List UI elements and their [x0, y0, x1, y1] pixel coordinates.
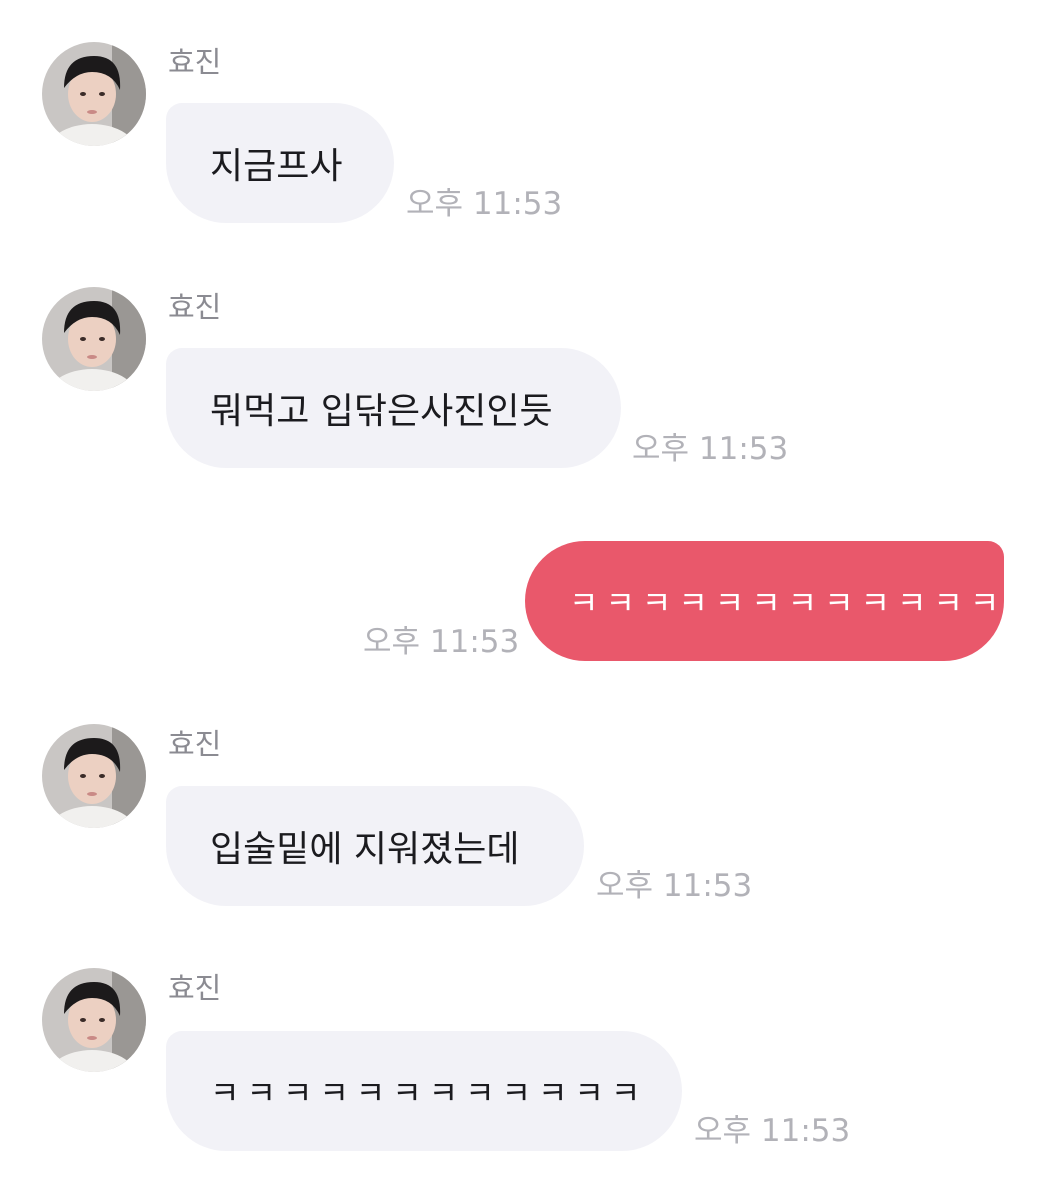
message-text: ㅋㅋㅋㅋㅋㅋㅋㅋㅋㅋㅋㅋ: [210, 1074, 648, 1112]
incoming-message-bubble[interactable]: 입술밑에 지워졌는데: [166, 786, 584, 906]
avatar-photo-icon: [42, 42, 146, 146]
avatar-photo-icon: [42, 724, 146, 828]
contact-avatar[interactable]: [42, 287, 146, 391]
outgoing-message-bubble[interactable]: ㅋㅋㅋㅋㅋㅋㅋㅋㅋㅋㅋㅋㅋ: [525, 541, 1036, 661]
message-timestamp: 오후 11:53: [406, 186, 563, 222]
message-timestamp: 오후 11:53: [363, 624, 520, 660]
sender-name: 효진: [168, 45, 222, 79]
message-text: ㅋㅋㅋㅋㅋㅋㅋㅋㅋㅋㅋㅋㅋ: [569, 584, 1043, 622]
avatar-photo-icon: [42, 287, 146, 391]
message-text: 입술밑에 지워졌는데: [210, 829, 520, 870]
sender-name: 효진: [168, 971, 222, 1005]
incoming-message-bubble[interactable]: ㅋㅋㅋㅋㅋㅋㅋㅋㅋㅋㅋㅋ: [166, 1031, 682, 1151]
message-timestamp: 오후 11:53: [694, 1113, 851, 1149]
message-text: 뭐먹고 입닦은사진인듯: [210, 391, 553, 432]
message-timestamp: 오후 11:53: [632, 431, 789, 467]
avatar-photo-icon: [42, 968, 146, 1072]
contact-avatar[interactable]: [42, 42, 146, 146]
message-text: 지금프사: [210, 146, 343, 187]
message-timestamp: 오후 11:53: [596, 868, 753, 904]
contact-avatar[interactable]: [42, 968, 146, 1072]
incoming-message-bubble[interactable]: 뭐먹고 입닦은사진인듯: [166, 348, 621, 468]
incoming-message-bubble[interactable]: 지금프사: [166, 103, 394, 223]
contact-avatar[interactable]: [42, 724, 146, 828]
sender-name: 효진: [168, 290, 222, 324]
sender-name: 효진: [168, 727, 222, 761]
